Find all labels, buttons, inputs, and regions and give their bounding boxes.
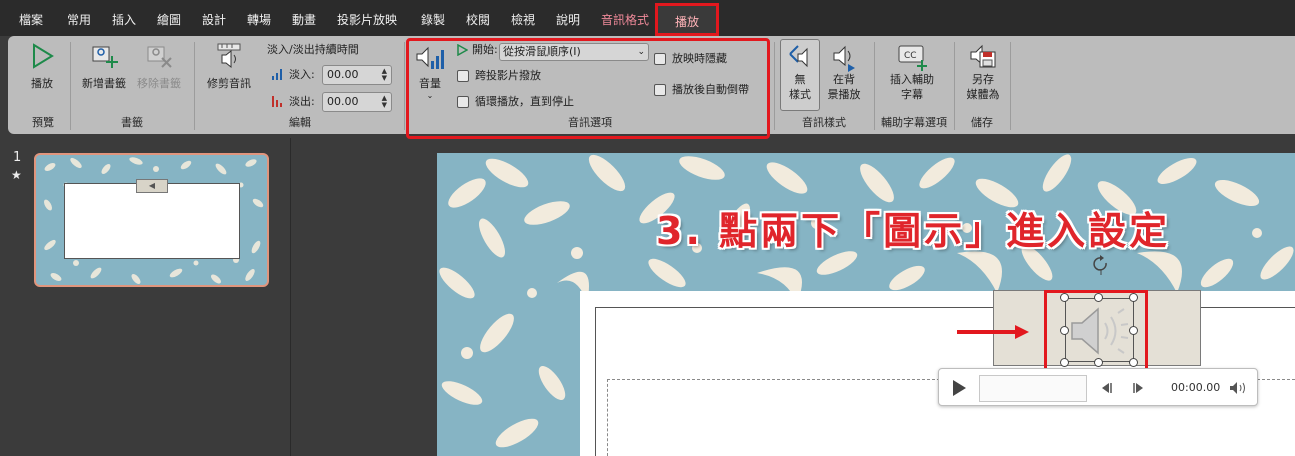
fade-in-icon [272, 69, 282, 80]
bg-play-label-line2: 景播放 [827, 88, 861, 101]
spinner-arrows-icon[interactable]: ▲ ▼ [382, 68, 387, 82]
skip-back-icon[interactable] [1099, 382, 1113, 394]
add-bookmark-label: 新增書籤 [82, 77, 126, 90]
play-label: 播放 [31, 77, 53, 90]
menu-bar: 檔案 常用 插入 繪圖 設計 轉場 動畫 投影片放映 錄製 校閱 檢視 說明 音… [0, 0, 1295, 36]
group-label-save: 儲存 [971, 116, 993, 129]
save-media-icon [970, 44, 996, 68]
play-icon [33, 43, 54, 69]
group-divider [70, 42, 71, 130]
tab-playback-highlight: 播放 [655, 3, 719, 36]
add-bookmark-button[interactable]: 新增書籤 [78, 42, 130, 91]
group-label-preview: 預覽 [32, 116, 54, 129]
tab-design[interactable]: 設計 [202, 12, 226, 28]
slide-thumbnail[interactable]: ◀ [34, 153, 269, 287]
remove-bookmark-button[interactable]: 移除書籤 [132, 42, 186, 91]
spinner-arrows-icon[interactable]: ▲ ▼ [382, 95, 387, 109]
slide-number: 1 [13, 150, 22, 165]
player-progress-track[interactable] [979, 375, 1087, 402]
save-media-as-button[interactable]: 另存 媒體為 [960, 42, 1006, 102]
fade-in-value: 00.00 [327, 68, 359, 81]
fade-in-label: 淡入: [289, 68, 315, 81]
audio-player-bar: 00:00.00 [938, 368, 1258, 406]
tab-animations[interactable]: 動畫 [292, 12, 316, 28]
save-media-label-line2: 媒體為 [966, 88, 1000, 101]
no-style-icon [789, 45, 808, 68]
remove-bookmark-label: 移除書籤 [137, 77, 181, 90]
audio-icon-highlight [1044, 290, 1148, 372]
add-bookmark-icon [92, 46, 118, 68]
insert-captions-button[interactable]: CC 插入輔助 字幕 [882, 42, 942, 102]
trim-audio-label: 修剪音訊 [207, 77, 251, 90]
group-label-audio-styles: 音訊樣式 [802, 116, 846, 129]
fade-duration-title: 淡入/淡出持續時間 [267, 43, 359, 56]
tab-playback[interactable]: 播放 [658, 14, 716, 30]
player-play-icon[interactable] [951, 379, 967, 397]
tab-record[interactable]: 錄製 [421, 12, 445, 28]
instruction-caption: 3. 點兩下「圖示」進入設定 [656, 209, 1171, 253]
fade-out-value: 00.00 [327, 95, 359, 108]
play-in-background-icon [833, 45, 855, 72]
tab-insert[interactable]: 插入 [112, 12, 136, 28]
tab-audio-format[interactable]: 音訊格式 [601, 12, 649, 28]
tab-review[interactable]: 校閱 [466, 12, 490, 28]
fade-out-icon [272, 96, 282, 107]
tab-slideshow[interactable]: 投影片放映 [337, 12, 397, 28]
thumbnail-audio-icon: ◀ [136, 179, 168, 193]
rotate-handle-icon[interactable] [1092, 255, 1110, 275]
animation-star-icon: ★ [11, 168, 22, 182]
tab-transitions[interactable]: 轉場 [247, 12, 271, 28]
thumbnail-content-area [64, 183, 240, 259]
insert-captions-label-line2: 字幕 [901, 88, 923, 101]
bg-play-label-line1: 在背 [833, 73, 855, 86]
remove-bookmark-icon [147, 46, 172, 68]
player-time: 00:00.00 [1171, 381, 1221, 394]
fade-out-spinner[interactable]: 00.00 ▲ ▼ [322, 92, 392, 112]
group-divider [774, 42, 775, 130]
panel-divider [290, 138, 291, 456]
no-style-label-line1: 無 [794, 73, 806, 86]
skip-forward-icon[interactable] [1132, 382, 1146, 394]
player-volume-icon[interactable] [1229, 381, 1247, 395]
group-label-captions: 輔助字幕選項 [881, 116, 947, 129]
tab-view[interactable]: 檢視 [511, 12, 535, 28]
tab-help[interactable]: 說明 [556, 12, 580, 28]
no-style-label-line2: 樣式 [789, 88, 811, 101]
group-divider [954, 42, 955, 130]
no-style-button[interactable]: 無 樣式 [780, 39, 820, 111]
tab-draw[interactable]: 繪圖 [157, 12, 181, 28]
trim-audio-button[interactable]: 修剪音訊 [202, 42, 256, 91]
save-media-label-line1: 另存 [972, 73, 994, 86]
group-divider [1010, 42, 1011, 130]
closed-captions-icon: CC [898, 45, 927, 71]
group-label-bookmarks: 書籤 [121, 116, 143, 129]
arrow-right-icon [957, 325, 1029, 339]
insert-captions-label-line1: 插入輔助 [890, 73, 934, 86]
trim-audio-icon [217, 43, 241, 69]
fade-in-spinner[interactable]: 00.00 ▲ ▼ [322, 65, 392, 85]
tab-file[interactable]: 檔案 [19, 12, 43, 28]
group-divider [404, 42, 405, 130]
audio-options-highlight [406, 38, 770, 139]
fade-out-label: 淡出: [289, 95, 315, 108]
svg-text:CC: CC [904, 51, 917, 61]
play-in-background-button[interactable]: 在背 景播放 [824, 42, 864, 102]
group-label-editing: 編輯 [289, 116, 311, 129]
group-divider [194, 42, 195, 130]
tab-home[interactable]: 常用 [67, 12, 91, 28]
play-button[interactable]: 播放 [24, 42, 60, 91]
